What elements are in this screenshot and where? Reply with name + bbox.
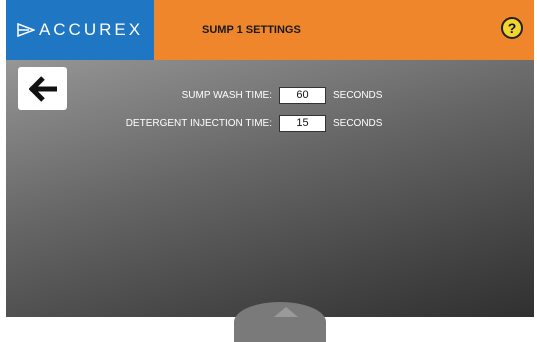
sump-wash-time-label: SUMP WASH TIME:: [181, 89, 272, 101]
sump-wash-time-row: SUMP WASH TIME: SECONDS: [96, 86, 382, 104]
screen: ACCUREX SUMP 1 SETTINGS ? SUMP WASH TIME…: [0, 0, 537, 342]
title-bar: SUMP 1 SETTINGS ?: [154, 0, 534, 60]
detergent-injection-time-row: DETERGENT INJECTION TIME: SECONDS: [96, 114, 382, 132]
scroll-up-knob-icon: [274, 307, 298, 317]
detergent-injection-time-input[interactable]: [279, 114, 326, 132]
scroll-up-knob[interactable]: [234, 302, 326, 342]
page-title: SUMP 1 SETTINGS: [202, 24, 301, 36]
logo-text: ACCUREX: [38, 20, 144, 39]
help-question-icon: ?: [507, 20, 517, 36]
detergent-injection-time-label: DETERGENT INJECTION TIME:: [125, 117, 272, 129]
help-button[interactable]: ?: [501, 17, 523, 39]
sump-wash-time-input[interactable]: [279, 86, 326, 104]
header-bar: ACCUREX SUMP 1 SETTINGS ?: [6, 0, 534, 60]
settings-panel: ACCUREX SUMP 1 SETTINGS ? SUMP WASH TIME…: [6, 0, 534, 342]
brand-logo: ACCUREX: [6, 0, 154, 60]
accurex-arrow-logo-icon: [17, 23, 35, 37]
back-button[interactable]: [18, 67, 67, 110]
sump-wash-time-unit: SECONDS: [333, 89, 383, 101]
detergent-injection-time-unit: SECONDS: [333, 117, 383, 129]
back-arrow-icon: [28, 75, 57, 102]
